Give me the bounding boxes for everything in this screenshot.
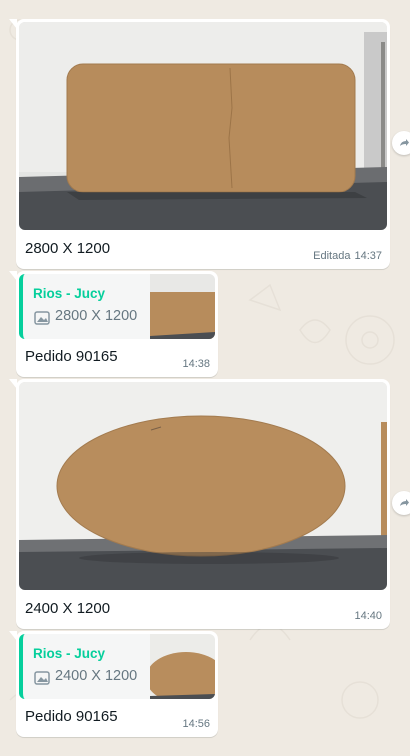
message-time: 14:38	[182, 358, 210, 370]
rectangular-board-photo	[19, 22, 387, 230]
image-message-2[interactable]: 2400 X 1200 14:40	[9, 379, 410, 629]
quote-author: Rios - Jucy	[33, 646, 106, 661]
quote-text: 2800 X 1200	[55, 308, 138, 324]
forward-button[interactable]	[392, 131, 410, 155]
quoted-message[interactable]: Rios - Jucy 2800 X 1200	[19, 274, 215, 339]
message-meta: Editada 14:37	[313, 250, 382, 262]
quoted-message[interactable]: Rios - Jucy 2400 X 1200	[19, 634, 215, 699]
quote-author: Rios - Jucy	[33, 286, 106, 301]
forward-button[interactable]	[392, 491, 410, 515]
message-photo-1[interactable]	[19, 22, 387, 230]
message-photo-2[interactable]	[19, 382, 387, 590]
photo-icon	[34, 311, 50, 325]
edited-label: Editada	[313, 250, 351, 262]
message-text: Pedido 90165	[25, 348, 118, 365]
oval-board-photo	[19, 382, 387, 590]
quote-text: 2400 X 1200	[55, 668, 138, 684]
quote-thumbnail	[150, 634, 215, 699]
message-time: 14:40	[354, 610, 382, 622]
photo-icon	[34, 671, 50, 685]
forward-icon	[400, 139, 409, 146]
reply-message-2[interactable]: Rios - Jucy 2400 X 1200 Pedido 90165 14:…	[9, 631, 218, 737]
message-time: 14:56	[182, 718, 210, 730]
forward-icon	[400, 499, 409, 506]
reply-message-1[interactable]: Rios - Jucy 2800 X 1200 Pedido 90165 14:…	[9, 271, 218, 377]
image-message-1[interactable]: 2800 X 1200 Editada 14:37	[9, 19, 410, 269]
message-text: Pedido 90165	[25, 708, 118, 725]
message-time: 14:37	[354, 250, 382, 262]
image-caption: 2800 X 1200	[25, 240, 111, 257]
image-caption: 2400 X 1200	[25, 600, 111, 617]
quote-thumbnail	[150, 274, 215, 339]
